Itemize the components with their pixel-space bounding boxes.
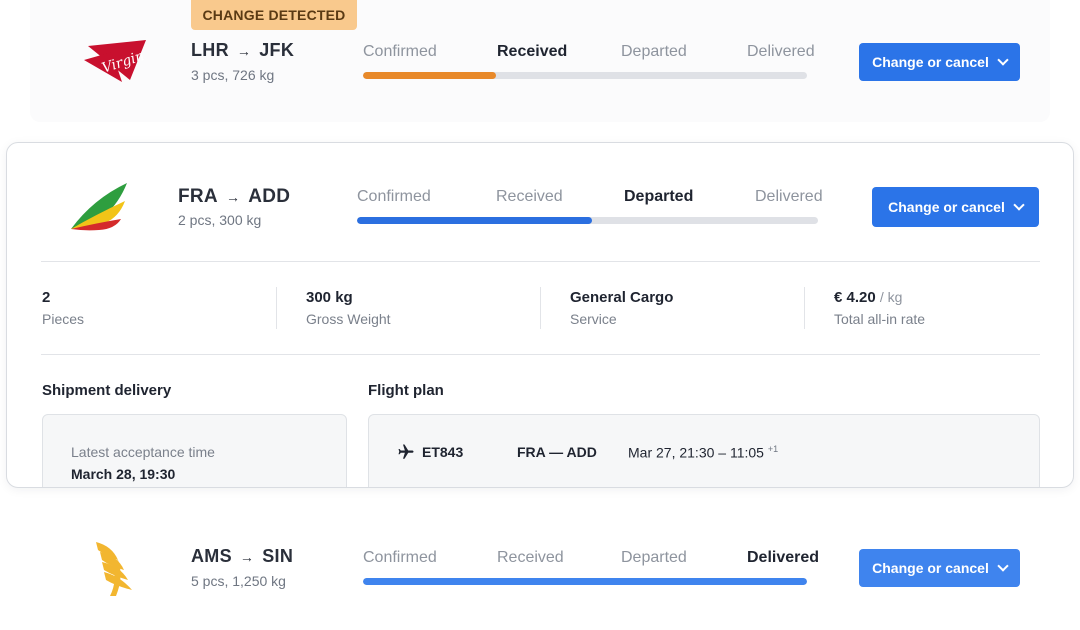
- acceptance-time-value: March 28, 19:30: [71, 466, 176, 482]
- step-received: Received: [497, 549, 564, 566]
- step-departed: Departed: [624, 188, 694, 205]
- column-separator: [276, 287, 277, 329]
- step-confirmed: Confirmed: [363, 549, 437, 566]
- service-value: General Cargo: [570, 289, 674, 306]
- flight-number: ET843: [422, 444, 464, 460]
- rate-unit: / kg: [879, 289, 903, 305]
- progress-fill: [357, 217, 593, 224]
- acceptance-time-label: Latest acceptance time: [71, 444, 215, 460]
- flight-plan-title: Flight plan: [368, 382, 444, 399]
- plane-icon: [398, 444, 414, 459]
- button-label: Change or cancel: [872, 560, 989, 576]
- column-separator: [540, 287, 541, 329]
- flight-route: FRA — ADD: [517, 444, 597, 460]
- shipment-delivery-title: Shipment delivery: [42, 382, 172, 399]
- destination-code: JFK: [259, 40, 295, 60]
- route: LHR → JFK: [191, 40, 294, 61]
- divider: [41, 354, 1040, 355]
- route: AMS → SIN: [191, 546, 293, 567]
- day-offset: +1: [767, 444, 779, 454]
- pieces-label: Pieces: [42, 311, 85, 327]
- button-label: Change or cancel: [872, 54, 989, 70]
- column-separator: [804, 287, 805, 329]
- change-or-cancel-button[interactable]: Change or cancel: [872, 187, 1039, 227]
- step-received: Received: [497, 43, 568, 60]
- change-detected-badge: CHANGE DETECTED: [191, 0, 357, 30]
- step-delivered: Delivered: [747, 43, 815, 60]
- chevron-down-icon: [997, 54, 1009, 66]
- step-delivered: Delivered: [755, 188, 823, 205]
- pieces-value: 2: [42, 289, 51, 306]
- destination-code: ADD: [248, 186, 291, 207]
- progress-track: [357, 217, 818, 224]
- change-or-cancel-button[interactable]: Change or cancel: [859, 549, 1020, 587]
- step-confirmed: Confirmed: [357, 188, 431, 205]
- route: FRA → ADD: [178, 186, 290, 208]
- step-confirmed: Confirmed: [363, 43, 437, 60]
- shipment-card-fra-add[interactable]: FRA → ADD 2 pcs, 300 kg Confirmed Receiv…: [6, 142, 1074, 488]
- chevron-down-icon: [997, 560, 1009, 572]
- destination-code: SIN: [262, 546, 294, 566]
- progress-track: [363, 578, 807, 585]
- progress-fill: [363, 578, 807, 585]
- singapore-airlines-logo: [96, 542, 132, 596]
- service-label: Service: [570, 311, 617, 327]
- arrow-right-icon: →: [225, 189, 241, 205]
- shipment-summary: 2 pcs, 300 kg: [178, 212, 262, 228]
- origin-code: FRA: [178, 186, 218, 207]
- origin-code: AMS: [191, 546, 232, 566]
- chevron-down-icon: [1013, 199, 1025, 211]
- button-label: Change or cancel: [888, 199, 1005, 215]
- shipment-delivery-panel: Latest acceptance time March 28, 19:30: [42, 414, 347, 487]
- origin-code: LHR: [191, 40, 229, 60]
- arrow-right-icon: →: [236, 42, 252, 59]
- shipment-summary: 5 pcs, 1,250 kg: [191, 573, 286, 589]
- step-received: Received: [496, 188, 563, 205]
- flight-plan-panel: ET843 FRA — ADD Mar 27, 21:30 – 11:05 +1: [368, 414, 1040, 487]
- change-or-cancel-button[interactable]: Change or cancel: [859, 43, 1020, 81]
- arrow-right-icon: →: [239, 548, 255, 565]
- step-departed: Departed: [621, 43, 687, 60]
- ethiopian-airlines-logo: [71, 183, 127, 231]
- gross-weight-label: Gross Weight: [306, 311, 391, 327]
- rate-label: Total all-in rate: [834, 311, 926, 327]
- shipment-summary: 3 pcs, 726 kg: [191, 67, 275, 83]
- virgin-atlantic-logo: Virgin: [84, 40, 146, 82]
- flight-time: Mar 27, 21:30 – 11:05 +1: [628, 444, 778, 461]
- gross-weight-value: 300 kg: [306, 289, 353, 306]
- progress-track: [363, 72, 807, 79]
- rate-amount: € 4.20: [834, 289, 876, 306]
- rate-value: € 4.20 / kg: [834, 289, 902, 306]
- step-delivered: Delivered: [747, 549, 820, 566]
- step-departed: Departed: [621, 549, 687, 566]
- flight-time-range: Mar 27, 21:30 – 11:05: [628, 444, 764, 461]
- progress-fill: [363, 72, 497, 79]
- divider: [41, 261, 1040, 262]
